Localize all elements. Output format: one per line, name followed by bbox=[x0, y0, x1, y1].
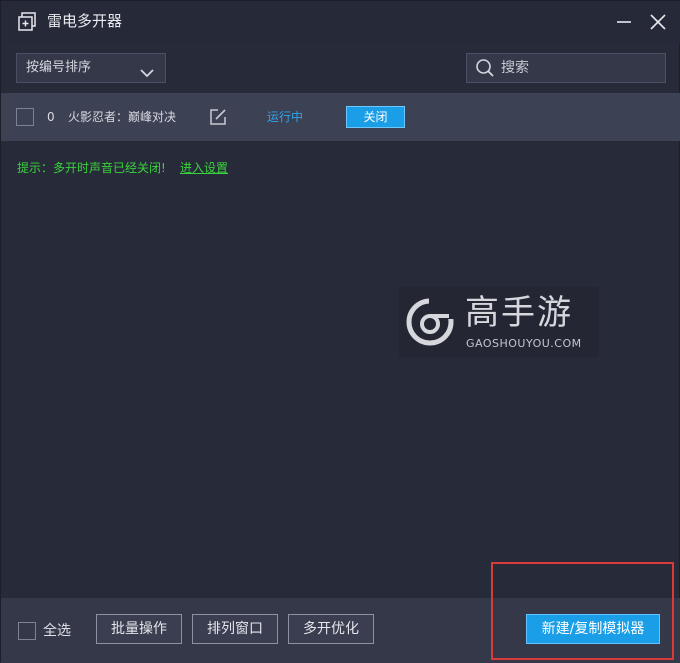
main-window: 雷电多开器 按编号排序 0 火影忍者：巅峰对决 bbox=[0, 0, 680, 663]
arrange-windows-button[interactable]: 排列窗口 bbox=[192, 614, 278, 644]
app-plus-icon bbox=[17, 12, 37, 32]
chevron-down-icon bbox=[139, 62, 155, 78]
settings-link[interactable]: 进入设置 bbox=[180, 159, 228, 177]
multi-optimize-button[interactable]: 多开优化 bbox=[288, 614, 374, 644]
batch-operation-button[interactable]: 批量操作 bbox=[96, 614, 182, 644]
search-input[interactable] bbox=[501, 54, 661, 82]
close-icon[interactable] bbox=[649, 13, 667, 31]
bottom-bar: 全选 批量操作 排列窗口 多开优化 新建/复制模拟器 bbox=[1, 598, 680, 663]
edit-icon[interactable] bbox=[209, 108, 227, 126]
instance-index: 0 bbox=[47, 110, 55, 124]
instance-name: 火影忍者：巅峰对决 bbox=[68, 110, 177, 124]
instance-checkbox[interactable] bbox=[16, 108, 34, 126]
search-icon bbox=[475, 58, 495, 78]
select-all-label[interactable]: 全选 bbox=[43, 622, 71, 640]
sound-hint: 提示：多开时声音已经关闭! bbox=[17, 161, 166, 175]
title-bar[interactable]: 雷电多开器 bbox=[1, 1, 680, 43]
instance-status: 运行中 bbox=[267, 110, 304, 124]
sort-dropdown[interactable]: 按编号排序 bbox=[16, 53, 166, 83]
watermark-text: 高手游 bbox=[465, 293, 573, 333]
sort-dropdown-label: 按编号排序 bbox=[26, 60, 92, 75]
watermark-logo bbox=[405, 297, 455, 347]
instance-close-button[interactable]: 关闭 bbox=[346, 106, 405, 128]
window-title: 雷电多开器 bbox=[47, 12, 123, 30]
search-box[interactable] bbox=[466, 53, 666, 83]
minimize-icon[interactable] bbox=[615, 13, 633, 31]
watermark: 高手游 GAOSHOUYOU.COM bbox=[399, 287, 599, 357]
instance-row: 0 火影忍者：巅峰对决 运行中 bbox=[1, 93, 680, 141]
select-all-checkbox[interactable] bbox=[18, 622, 36, 640]
watermark-subtext: GAOSHOUYOU.COM bbox=[466, 337, 582, 350]
new-copy-emulator-button[interactable]: 新建/复制模拟器 bbox=[526, 614, 660, 644]
